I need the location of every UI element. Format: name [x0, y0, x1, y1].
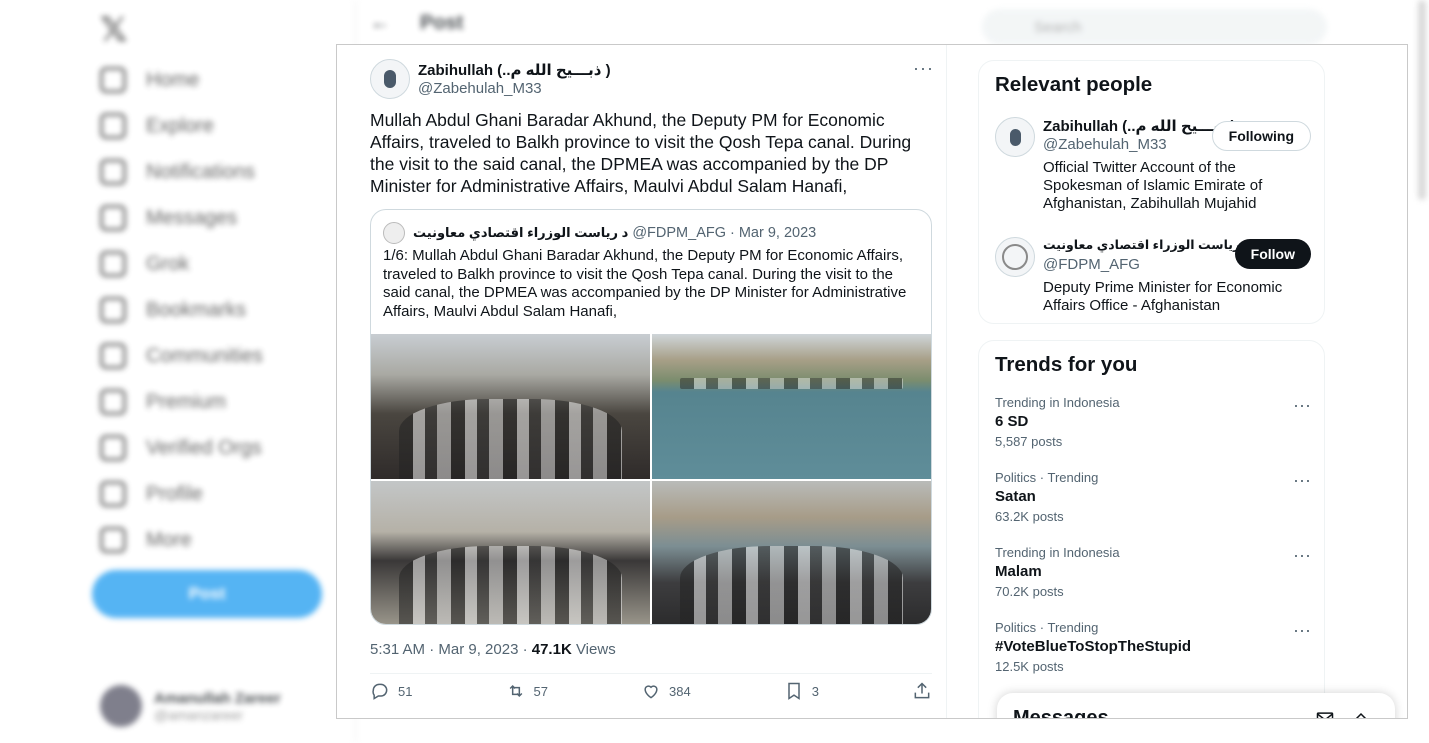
more-options-icon[interactable]: ···	[1293, 545, 1311, 566]
back-arrow-icon[interactable]: ←	[370, 12, 390, 35]
quoted-tweet[interactable]: د ریاست الوزراء اقتصادي معاونیت @FDPM_AF…	[370, 209, 932, 625]
like-button[interactable]: 384	[641, 681, 691, 701]
tweet: Zabihullah (..ذبـــیح الله م ) @Zabehula…	[337, 45, 947, 718]
person-name[interactable]: Zabihullah (..ذبـــیح الله م )	[1043, 117, 1236, 135]
repost-button[interactable]: 57	[506, 681, 548, 701]
new-message-icon[interactable]	[1315, 709, 1335, 718]
person-name[interactable]: د ریاست الوزراء اقتصادي معاونیت	[1043, 237, 1250, 252]
post-detail-frame: Zabihullah (..ذبـــیح الله م ) @Zabehula…	[336, 44, 1408, 719]
seal-icon	[1002, 244, 1028, 270]
microphone-icon	[384, 70, 396, 88]
lightning-icon	[100, 435, 126, 461]
page-title: Post	[420, 12, 464, 34]
nav-messages[interactable]: Messages	[100, 203, 237, 233]
repost-icon	[509, 684, 522, 698]
account-switcher[interactable]: Amanullah Zareer @amanzareer	[100, 685, 281, 727]
tweet-timestamp: 5:31 AM · Mar 9, 2023 · 47.1K Views	[370, 641, 616, 658]
collapse-icon[interactable]	[1351, 709, 1371, 718]
share-button[interactable]	[912, 681, 932, 701]
photo-grid	[371, 334, 931, 624]
more-circle-icon	[100, 527, 126, 553]
communities-icon	[100, 343, 126, 369]
more-options-icon[interactable]: ···	[1293, 620, 1311, 641]
scrollbar[interactable]	[1418, 0, 1426, 200]
post-button[interactable]: Post	[92, 570, 322, 618]
nav-more[interactable]: More	[100, 525, 192, 555]
share-icon	[914, 682, 930, 699]
photo[interactable]	[652, 334, 931, 479]
trends-card: Trends for you Trending in Indonesia 6 S…	[978, 340, 1325, 718]
x-icon	[100, 389, 126, 415]
bookmark-button[interactable]: 3	[784, 681, 819, 701]
reply-icon	[372, 683, 388, 700]
photo[interactable]	[652, 481, 931, 624]
bookmark-icon	[787, 682, 800, 700]
person-bio: Official Twitter Account of the Spokesma…	[1043, 159, 1263, 212]
mail-icon	[100, 205, 126, 231]
microphone-icon	[1009, 128, 1021, 146]
trend-item[interactable]: Trending in Indonesia 6 SD 5,587 posts ·…	[995, 395, 1311, 449]
bell-icon	[100, 159, 126, 185]
reply-button[interactable]: 51	[370, 681, 412, 701]
tweet-text: Mullah Abdul Ghani Baradar Akhund, the D…	[370, 110, 912, 196]
following-button[interactable]: Following	[1211, 121, 1311, 151]
person-handle[interactable]: @Zabehulah_M33	[1043, 136, 1167, 153]
nav-verified-orgs[interactable]: Verified Orgs	[100, 433, 262, 463]
avatar	[383, 222, 405, 244]
person-icon	[100, 481, 126, 507]
x-logo-icon[interactable]: 𝕏	[100, 10, 127, 50]
avatar[interactable]	[995, 237, 1035, 277]
grok-icon	[100, 251, 126, 277]
trend-item[interactable]: Politics · Trending Satan 63.2K posts ··…	[995, 470, 1311, 524]
more-options-icon[interactable]: ···	[1293, 395, 1311, 416]
nav-profile[interactable]: Profile	[100, 479, 203, 509]
messages-title: Messages	[1013, 707, 1109, 719]
heart-icon	[644, 685, 658, 699]
quoted-tweet-text: 1/6: Mullah Abdul Ghani Baradar Akhund, …	[383, 247, 907, 320]
nav-premium[interactable]: Premium	[100, 387, 226, 417]
person-handle[interactable]: @FDPM_AFG	[1043, 256, 1140, 273]
search-icon	[100, 113, 126, 139]
more-options-icon[interactable]: ···	[1293, 470, 1311, 491]
quoted-tweet-header: د ریاست الوزراء اقتصادي معاونیت @FDPM_AF…	[383, 222, 816, 244]
nav-home[interactable]: Home	[100, 65, 199, 95]
avatar[interactable]	[995, 117, 1035, 157]
author-handle[interactable]: @Zabehulah_M33	[418, 80, 542, 97]
nav-bookmarks[interactable]: Bookmarks	[100, 295, 246, 325]
card-title: Trends for you	[995, 353, 1138, 376]
messages-drawer[interactable]: Messages	[997, 693, 1395, 719]
trend-item[interactable]: Trending in Indonesia Malam 70.2K posts …	[995, 545, 1311, 599]
card-title: Relevant people	[995, 73, 1153, 96]
photo[interactable]	[371, 334, 650, 479]
avatar	[100, 685, 142, 727]
trend-item[interactable]: Politics · Trending #VoteBlueToStopTheSt…	[995, 620, 1311, 674]
bookmark-icon	[100, 297, 126, 323]
divider	[370, 673, 932, 674]
tweet-actions: 51 57 384 3	[370, 681, 932, 701]
avatar[interactable]	[370, 59, 410, 99]
relevant-people-card: Relevant people Zabihullah (..ذبـــیح ال…	[978, 60, 1325, 324]
nav-communities[interactable]: Communities	[100, 341, 263, 371]
more-options-icon[interactable]: ···	[913, 58, 934, 79]
follow-button[interactable]: Follow	[1234, 239, 1311, 269]
person-bio: Deputy Prime Minister for Economic Affai…	[1043, 279, 1283, 314]
nav-grok[interactable]: Grok	[100, 249, 189, 279]
nav-notifications[interactable]: Notifications	[100, 157, 255, 187]
author-name[interactable]: Zabihullah (..ذبـــیح الله م )	[418, 61, 611, 79]
home-icon	[100, 67, 126, 93]
nav-explore[interactable]: Explore	[100, 111, 214, 141]
page-header: ← Post	[370, 12, 463, 35]
search-input[interactable]: Search	[982, 9, 1327, 45]
photo[interactable]	[371, 481, 650, 624]
